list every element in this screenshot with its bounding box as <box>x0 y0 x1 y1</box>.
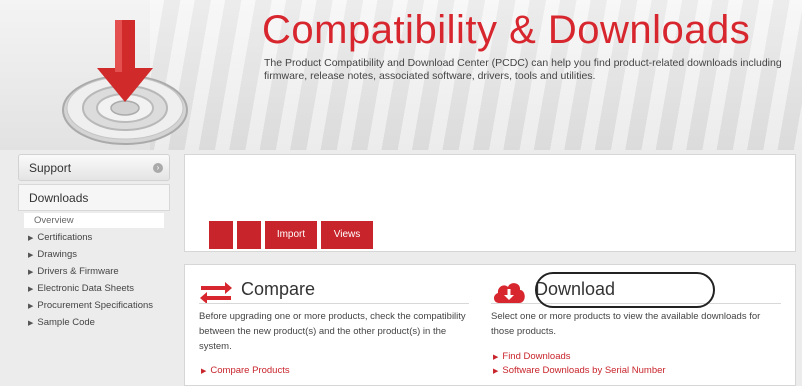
sidebar-item-label: Drawings <box>37 249 77 260</box>
arrow-right-icon: ▶ <box>493 354 499 361</box>
link-label: Compare Products <box>210 365 290 376</box>
sidebar-submenu: Overview ▶ Certifications ▶ Drawings ▶ Driv… <box>18 211 170 332</box>
arrow-right-icon: ▶ <box>28 235 34 242</box>
find-downloads-link[interactable]: ▶ Find Downloads <box>493 351 571 362</box>
compare-products-link[interactable]: ▶ Compare Products <box>201 365 290 376</box>
sidebar-support-label: Support <box>29 161 72 175</box>
tab-blank-2[interactable] <box>237 221 261 249</box>
sidebar-item-label: Procurement Specifications <box>37 300 154 311</box>
sidebar-downloads[interactable]: Downloads <box>18 184 170 211</box>
sidebar: Support › Downloads Overview ▶ Certificat… <box>18 154 170 332</box>
download-description: Select one or more products to view the … <box>491 311 761 337</box>
compare-divider <box>199 303 469 304</box>
sidebar-item-sample-code[interactable]: ▶ Sample Code <box>24 315 170 332</box>
sidebar-item-label: Certifications <box>37 232 93 243</box>
download-target-icon <box>62 20 188 145</box>
sidebar-item-electronic-data-sheets[interactable]: ▶ Electronic Data Sheets <box>24 281 170 298</box>
banner: Compatibility & Downloads The Product Co… <box>0 0 802 150</box>
sidebar-item-label: Electronic Data Sheets <box>37 283 135 294</box>
highlight-annotation <box>535 272 715 308</box>
software-downloads-serial-link[interactable]: ▶ Software Downloads by Serial Number <box>493 365 666 376</box>
sidebar-item-drawings[interactable]: ▶ Drawings <box>24 247 170 264</box>
page-title: Compatibility & Downloads <box>262 8 751 52</box>
link-label: Software Downloads by Serial Number <box>502 365 666 376</box>
arrow-right-icon: ▶ <box>28 269 34 276</box>
chevron-icon: › <box>153 163 163 173</box>
sidebar-item-label: Sample Code <box>37 317 95 328</box>
link-label: Find Downloads <box>502 351 571 362</box>
sidebar-item-overview[interactable]: Overview <box>24 213 164 228</box>
arrow-right-icon: ▶ <box>28 286 34 293</box>
sidebar-item-certifications[interactable]: ▶ Certifications <box>24 230 170 247</box>
tab-blank-1[interactable] <box>209 221 233 249</box>
cloud-download-icon <box>493 283 525 303</box>
tab-import[interactable]: Import <box>265 221 317 249</box>
arrow-right-icon: ▶ <box>28 303 34 310</box>
arrow-right-icon: ▶ <box>28 252 34 259</box>
tab-views[interactable]: Views <box>321 221 373 249</box>
arrow-right-icon: ▶ <box>28 320 34 327</box>
sidebar-support[interactable]: Support › <box>18 154 170 181</box>
product-selection-panel: Import Views <box>184 154 796 252</box>
compare-icon <box>200 282 232 304</box>
sidebar-downloads-label: Downloads <box>29 191 89 205</box>
compare-heading: Compare <box>241 279 316 299</box>
sidebar-item-drivers-firmware[interactable]: ▶ Drivers & Firmware <box>24 264 170 281</box>
page-subtitle: The Product Compatibility and Download C… <box>264 57 782 82</box>
compare-description: Before upgrading one or more products, c… <box>199 311 466 352</box>
sidebar-item-procurement-specifications[interactable]: ▶ Procurement Specifications <box>24 298 170 315</box>
arrow-right-icon: ▶ <box>493 368 499 375</box>
sidebar-item-label: Drivers & Firmware <box>37 266 119 277</box>
arrow-right-icon: ▶ <box>201 368 207 375</box>
